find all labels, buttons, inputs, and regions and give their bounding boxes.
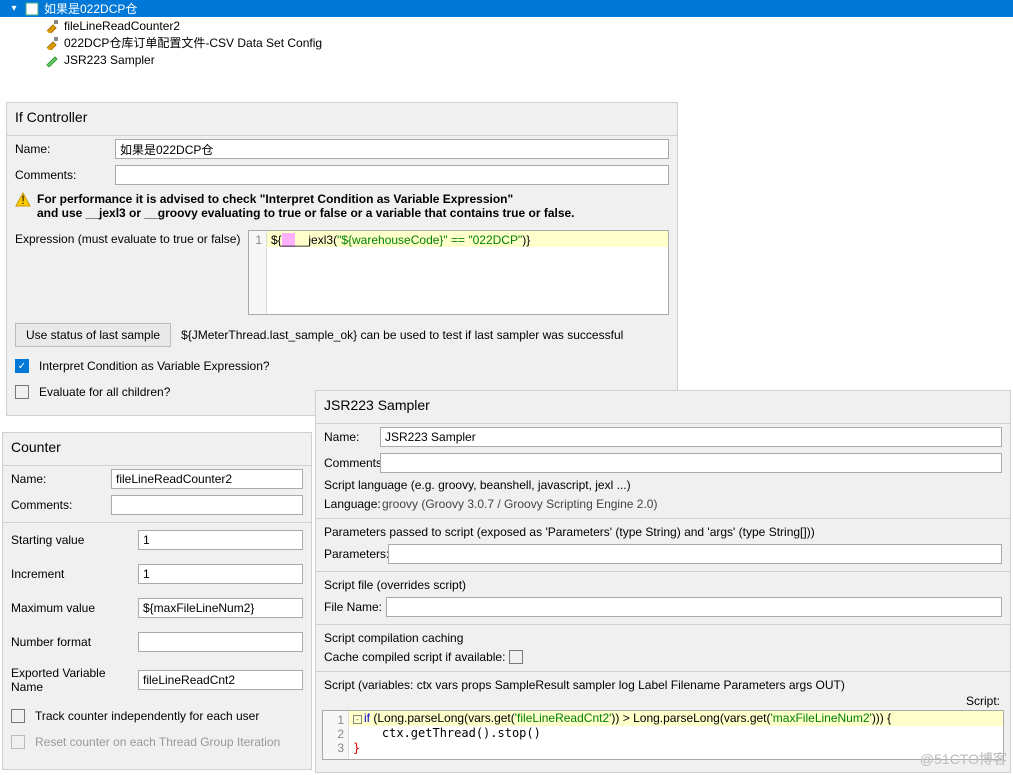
tree-item-jsr223[interactable]: JSR223 Sampler [0,51,1013,68]
tree-view: ▾ 如果是022DCP仓 fileLineReadCounter2 022DCP… [0,0,1013,85]
tree-item-blank [0,68,1013,85]
increment-label: Increment [11,567,138,581]
script-column-label: Script: [316,694,1010,710]
name-label: Name: [15,142,115,156]
number-format-label: Number format [11,635,138,649]
blank-icon [44,69,60,85]
comments-input[interactable] [111,495,303,515]
tree-item-label: fileLineReadCounter2 [64,19,180,33]
reset-counter-checkbox [11,735,25,749]
if-icon [24,1,40,17]
comments-label: Comments: [324,456,380,470]
name-label: Name: [11,472,111,486]
panel-title: If Controller [7,103,677,136]
script-editor[interactable]: 123 -if (Long.parseLong(vars.get('fileLi… [322,710,1004,760]
panel-title: JSR223 Sampler [316,391,1010,424]
name-label: Name: [324,430,380,444]
tree-item-label: JSR223 Sampler [64,53,155,67]
comments-input[interactable] [380,453,1002,473]
warning-line2: and use __jexl3 or __groovy evaluating t… [37,206,575,220]
evaluate-all-label: Evaluate for all children? [39,385,170,399]
language-label: Language: [324,497,382,511]
cache-checkbox[interactable] [509,650,523,664]
script-header: Script (variables: ctx vars props Sample… [316,676,1010,694]
name-input[interactable] [115,139,669,159]
wrench-icon [44,35,60,51]
parameters-header: Parameters passed to script (exposed as … [316,523,1010,541]
track-independently-checkbox[interactable] [11,709,25,723]
comments-label: Comments: [15,168,115,182]
comments-label: Comments: [11,498,111,512]
warning-line1: For performance it is advised to check "… [37,192,513,206]
increment-input[interactable] [138,564,303,584]
start-input[interactable] [138,530,303,550]
expression-editor[interactable]: 1 ${____jexl3("${warehouseCode}" == "022… [248,230,669,315]
name-input[interactable] [380,427,1002,447]
line-gutter: 1 [249,231,267,314]
last-sample-hint: ${JMeterThread.last_sample_ok} can be us… [181,328,623,342]
name-input[interactable] [111,469,303,489]
jsr223-panel: JSR223 Sampler Name: Comments: Script la… [315,390,1011,773]
performance-warning: ! For performance it is advised to check… [7,188,677,228]
script-file-header: Script file (overrides script) [316,576,1010,594]
chevron-down-icon[interactable]: ▾ [8,3,20,14]
if-controller-panel: If Controller Name: Comments: ! For perf… [6,102,678,416]
tree-item-counter[interactable]: fileLineReadCounter2 [0,17,1013,34]
use-last-sample-button[interactable]: Use status of last sample [15,323,171,347]
interpret-checkbox[interactable]: ✓ [15,359,29,373]
language-dropdown[interactable]: groovy (Groovy 3.0.7 / Groovy Scripting … [382,497,657,511]
watermark: @51CTO博客 [920,749,1007,769]
line-gutter: 123 [323,711,349,759]
tree-item-label: 022DCP仓库订单配置文件-CSV Data Set Config [64,34,322,51]
warning-icon: ! [15,192,31,208]
reset-counter-label: Reset counter on each Thread Group Itera… [35,735,280,749]
cache-header: Script compilation caching [316,629,1010,647]
expression-label: Expression (must evaluate to true or fal… [15,230,242,315]
tree-item-if-controller[interactable]: ▾ 如果是022DCP仓 [0,0,1013,17]
filename-input[interactable] [386,597,1002,617]
tree-item-label: 如果是022DCP仓 [44,0,137,17]
interpret-label: Interpret Condition as Variable Expressi… [39,359,270,373]
maximum-input[interactable] [138,598,303,618]
comments-input[interactable] [115,165,669,185]
number-format-input[interactable] [138,632,303,652]
start-label: Starting value [11,533,138,547]
panel-title: Counter [3,433,311,466]
track-independently-label: Track counter independently for each use… [35,709,259,723]
pencil-icon [44,52,60,68]
tree-item-csv[interactable]: 022DCP仓库订单配置文件-CSV Data Set Config [0,34,1013,51]
cache-label: Cache compiled script if available: [324,650,505,664]
exported-var-input[interactable] [138,670,303,690]
svg-text:!: ! [21,193,24,207]
evaluate-all-checkbox[interactable] [15,385,29,399]
exported-var-label: Exported Variable Name [11,666,138,694]
script-language-header: Script language (e.g. groovy, beanshell,… [316,476,1010,494]
counter-panel: Counter Name: Comments: Starting value I… [2,432,312,770]
fold-icon[interactable]: - [353,715,362,724]
wrench-icon [44,18,60,34]
maximum-label: Maximum value [11,601,138,615]
filename-label: File Name: [324,600,386,614]
parameters-label: Parameters: [324,547,388,561]
parameters-input[interactable] [388,544,1002,564]
